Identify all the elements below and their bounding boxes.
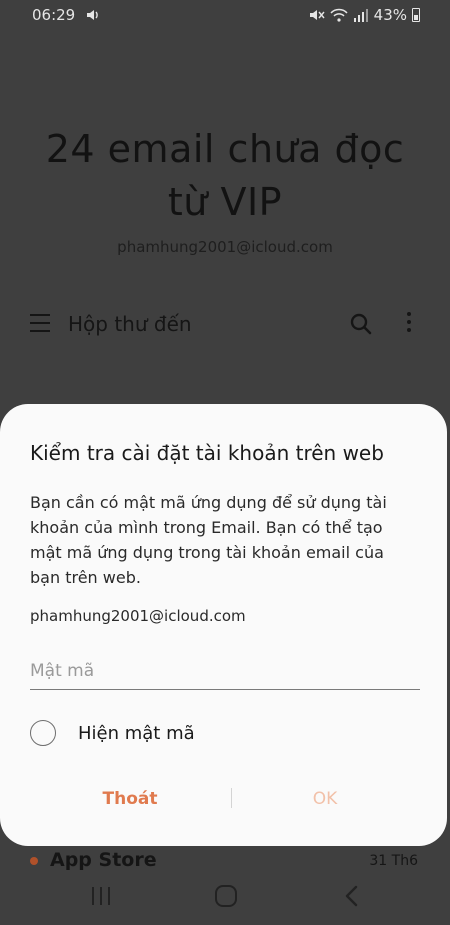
dialog-message: Bạn cần có mật mã ứng dụng để sử dụng tà… — [30, 493, 387, 587]
action-divider — [231, 788, 232, 808]
signal-icon — [353, 9, 368, 22]
back-icon[interactable] — [344, 885, 358, 907]
wifi-icon — [330, 8, 348, 22]
status-time: 06:29 — [32, 6, 76, 24]
dialog-title: Kiểm tra cài đặt tài khoản trên web — [30, 441, 384, 465]
more-options-icon[interactable] — [403, 312, 415, 336]
search-icon[interactable] — [349, 312, 373, 336]
cancel-button[interactable]: Thoát — [100, 782, 160, 816]
status-icons: 43% — [309, 6, 420, 24]
unread-dot-icon — [30, 857, 38, 865]
recent-apps-icon[interactable] — [92, 887, 110, 905]
show-password-toggle[interactable]: Hiện mật mã — [30, 719, 195, 747]
menu-icon[interactable] — [30, 314, 50, 332]
ok-button[interactable]: OK — [305, 782, 345, 816]
mailbox-folder-title: Hộp thư đến — [68, 312, 192, 336]
vip-unread-title: 24 email chưa đọc từ VIP — [45, 127, 405, 224]
system-nav-bar — [0, 865, 450, 925]
sound-icon — [87, 10, 98, 20]
mailbox-toolbar: Hộp thư đến — [0, 300, 450, 348]
account-settings-dialog: Kiểm tra cài đặt tài khoản trên web Bạn … — [0, 404, 447, 846]
show-password-label: Hiện mật mã — [78, 722, 195, 744]
battery-icon — [412, 8, 420, 22]
status-bar: 06:29 43% — [0, 0, 450, 32]
mute-icon — [309, 10, 325, 20]
home-icon[interactable] — [215, 885, 237, 907]
dialog-actions: Thoát OK — [0, 782, 447, 816]
background-account-email: phamhung2001@icloud.com — [117, 238, 333, 256]
password-field[interactable] — [30, 652, 420, 690]
dialog-account-email: phamhung2001@icloud.com — [30, 607, 246, 625]
show-password-checkbox[interactable] — [30, 720, 56, 746]
battery-percent: 43% — [373, 6, 407, 24]
